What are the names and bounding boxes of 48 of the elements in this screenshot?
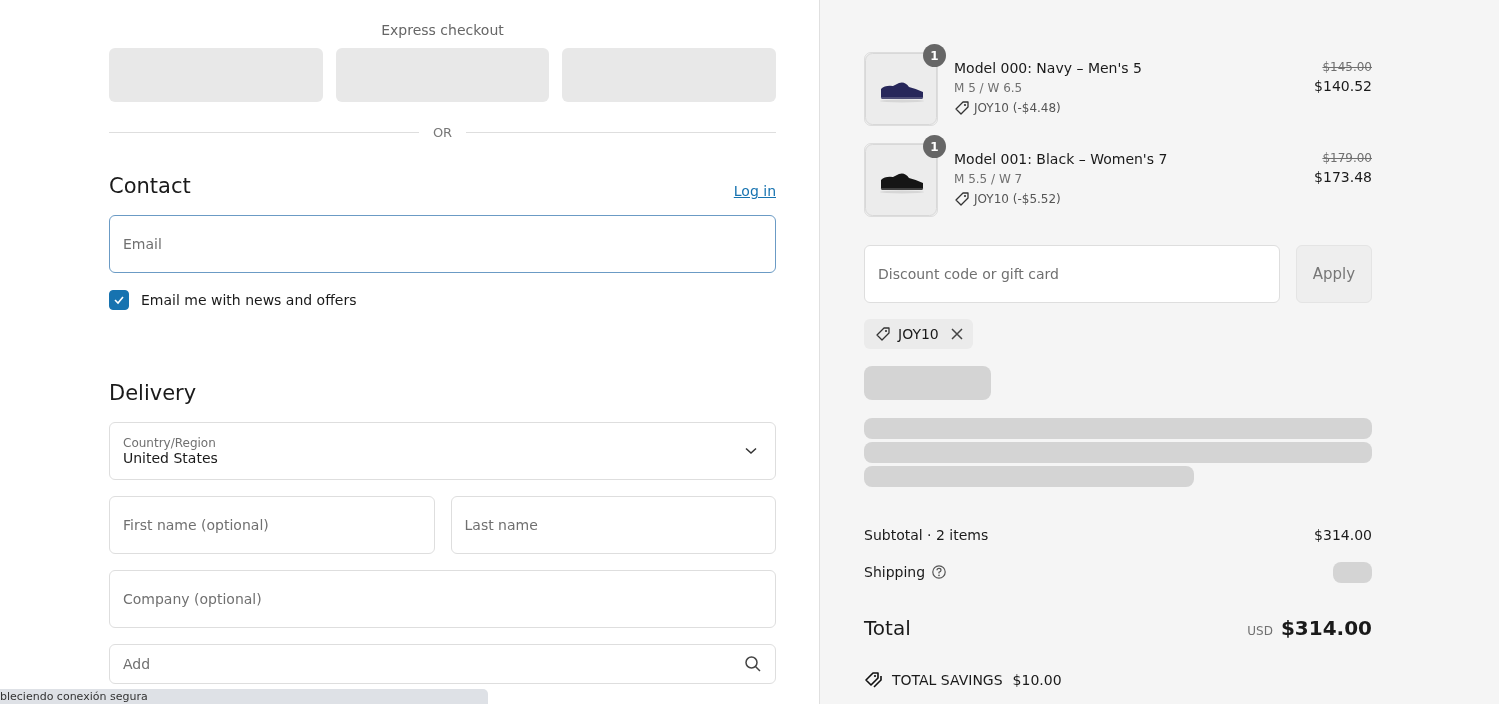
quantity-badge: 1 xyxy=(923,135,946,158)
price: $140.52 xyxy=(1314,78,1372,94)
product-variant: M 5.5 / W 7 xyxy=(954,171,1024,188)
chevron-down-icon xyxy=(745,447,757,455)
help-icon xyxy=(931,564,948,580)
product-variant: M 5 / W 6.5 xyxy=(954,80,1024,97)
text-field[interactable]: Company (optional) xyxy=(109,570,776,628)
tag-icon xyxy=(954,100,970,116)
summary-label: Shipping xyxy=(864,564,926,580)
discount-label: JOY10 (-$4.48) xyxy=(974,100,1061,117)
field-value: United States xyxy=(123,450,218,466)
section-heading: Contact xyxy=(109,173,191,199)
total-label: Total xyxy=(864,616,911,640)
total-amount: $314.00 xyxy=(1280,616,1372,640)
email-field[interactable]: Email xyxy=(109,215,776,273)
original-price: $179.00 xyxy=(1321,151,1372,165)
country-select[interactable]: Country/Region United States xyxy=(109,422,776,480)
divider-label: OR xyxy=(432,125,453,140)
close-icon xyxy=(950,328,963,340)
checkbox-label: Email me with news and offers xyxy=(141,292,357,308)
savings-amount: $10.00 xyxy=(1012,672,1062,688)
discount-code: JOY10 xyxy=(898,326,939,342)
login-link[interactable]: Log in xyxy=(733,183,776,199)
product-name: Model 001: Black – Women's 7 xyxy=(954,150,1169,169)
discount-label: JOY10 (-$5.52) xyxy=(974,191,1061,208)
text-field[interactable]: First name (optional) xyxy=(109,496,435,554)
search-icon xyxy=(744,655,762,673)
status-text: bleciendo conexión segura xyxy=(0,689,148,704)
price: $173.48 xyxy=(1314,169,1372,185)
apply-button[interactable]: Apply xyxy=(1296,245,1372,303)
summary-value: $314.00 xyxy=(1314,527,1372,543)
currency-code: USD xyxy=(1247,624,1273,638)
text-field[interactable]: Last name xyxy=(450,496,776,554)
savings-label: TOTAL SAVINGS xyxy=(892,672,1003,688)
tags-icon xyxy=(864,671,884,689)
address-field[interactable]: Add xyxy=(109,644,776,684)
field-label: Country/Region xyxy=(123,436,217,450)
summary-label: Subtotal · 2 items xyxy=(864,527,989,543)
tag-icon xyxy=(954,191,970,207)
checkmark-icon xyxy=(113,294,125,306)
checkbox[interactable] xyxy=(109,290,129,310)
tag-icon xyxy=(874,325,892,343)
section-title: Express checkout xyxy=(380,21,505,40)
quantity-badge: 1 xyxy=(923,44,946,67)
original-price: $145.00 xyxy=(1321,60,1372,74)
section-heading: Delivery xyxy=(109,380,198,406)
discount-field[interactable]: Discount code or gift card xyxy=(864,245,1280,303)
product-name: Model 000: Navy – Men's 5 xyxy=(954,59,1143,78)
